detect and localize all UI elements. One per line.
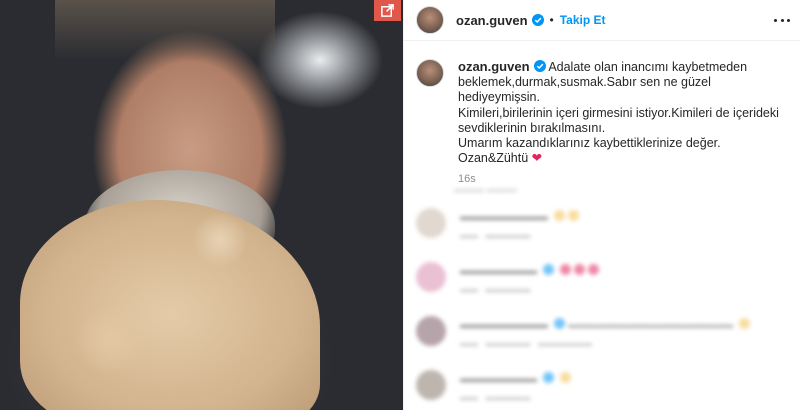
blurred-comments-area: ▬▬▬ ▬▬▬ ▬▬▬▬▬▬▬▬ ▬▬ ▬▬▬▬▬ ▬▬▬▬▬▬▬ ▬▬ ▬▬▬… (404, 178, 800, 410)
list-item: ▬▬▬▬▬▬▬ ▬▬ ▬▬▬▬▬ (404, 258, 800, 308)
post-side-panel: ozan.guven • Takip Et ozan.guven Adalate… (403, 0, 800, 410)
list-item: ▬▬▬▬▬▬▬▬ ▬▬ ▬▬▬▬▬ (404, 204, 800, 254)
caption-body: ozan.guven Adalate olan inancımı kaybetm… (458, 59, 788, 188)
verified-badge-icon (531, 14, 544, 26)
caption-text: Adalate olan inancımı kaybetmeden beklem… (458, 60, 779, 166)
blurred-line: ▬▬▬ ▬▬▬ (454, 184, 517, 195)
caption-avatar[interactable] (416, 59, 444, 87)
share-external-button[interactable] (374, 0, 401, 21)
photo-dog-area (20, 200, 320, 410)
header-username[interactable]: ozan.guven (456, 13, 528, 28)
avatar[interactable] (416, 6, 444, 34)
more-options-icon[interactable] (774, 13, 790, 27)
avatar (416, 370, 446, 400)
avatar (416, 262, 446, 292)
post-photo (0, 0, 403, 410)
post-header: ozan.guven • Takip Et (404, 0, 800, 41)
caption-username[interactable]: ozan.guven (458, 59, 530, 74)
header-separator: • (549, 13, 554, 27)
list-item: ▬▬▬▬▬▬▬▬ ▬▬▬▬▬▬▬▬▬▬▬▬▬▬▬ ▬▬ ▬▬▬▬▬ ▬▬▬▬▬▬ (404, 312, 800, 362)
follow-button[interactable]: Takip Et (560, 13, 606, 27)
photo-hair-area (55, 0, 275, 60)
list-item: ▬▬▬▬▬▬▬ ▬▬ ▬▬▬▬▬ (404, 366, 800, 410)
verified-badge-icon (533, 60, 546, 72)
heart-emoji-icon: ❤ (531, 151, 543, 166)
post-caption: ozan.guven Adalate olan inancımı kaybetm… (404, 41, 800, 188)
avatar (416, 316, 446, 346)
share-external-icon (381, 4, 394, 17)
avatar (416, 208, 446, 238)
